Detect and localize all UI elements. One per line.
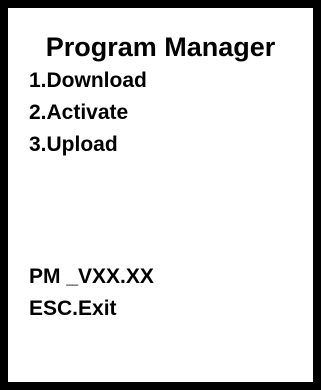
- screen-title: Program Manager: [45, 32, 276, 62]
- version-label: PM _VXX.XX: [29, 265, 154, 288]
- menu-item-download[interactable]: 1.Download: [29, 65, 147, 97]
- menu-item-activate[interactable]: 2.Activate: [29, 97, 147, 129]
- menu-item-upload[interactable]: 3.Upload: [29, 129, 147, 161]
- program-menu: 1.Download 2.Activate 3.Upload: [29, 65, 147, 161]
- esc-exit-option[interactable]: ESC.Exit: [29, 293, 117, 325]
- device-screen: Program Manager 1.Download 2.Activate 3.…: [0, 0, 321, 390]
